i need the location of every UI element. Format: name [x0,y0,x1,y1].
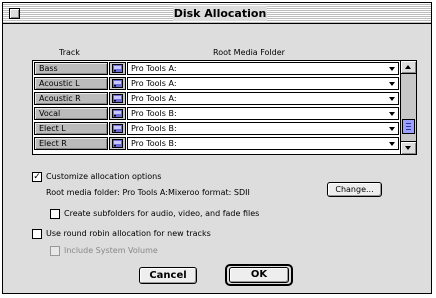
track-name-cell[interactable]: Acoustic R [34,92,108,105]
title-bar[interactable]: Disk Allocation [3,3,431,24]
disk-icon[interactable] [109,92,126,105]
root-media-folder-value: Pro Tools A: [131,79,177,88]
close-box-icon[interactable] [9,8,20,19]
table-row: Elect L Pro Tools B: [34,122,399,137]
include-system-volume-checkbox [50,246,60,256]
column-header-track: Track [59,48,80,57]
popup-arrow-icon [389,112,395,116]
scroll-down-arrow-icon[interactable] [401,141,416,154]
popup-arrow-icon [389,67,395,71]
root-media-folder-value: Pro Tools B: [131,109,177,118]
root-media-folder-popup[interactable]: Pro Tools B: [127,107,399,120]
table-row: Elect R Pro Tools B: [34,137,399,152]
ok-button-default-ring: OK [225,264,293,286]
column-header-root-media-folder: Root Media Folder [213,48,285,57]
popup-arrow-icon [389,127,395,131]
window-title: Disk Allocation [173,6,267,21]
track-allocation-table: Bass Pro Tools A: Acoustic L Pro Tools A: Ac… [32,60,417,155]
disk-icon[interactable] [109,137,126,150]
root-media-folder-popup[interactable]: Pro Tools B: [127,137,399,150]
table-row: Acoustic R Pro Tools A: [34,92,399,107]
root-media-folder-text: Root media folder: Pro Tools A:Mixeroo f… [46,188,250,197]
popup-arrow-icon [389,82,395,86]
track-name-cell[interactable]: Elect R [34,137,108,150]
round-robin-label: Use round robin allocation for new track… [46,229,211,238]
root-media-folder-value: Pro Tools B: [131,139,177,148]
round-robin-checkbox[interactable] [32,229,42,239]
disk-icon[interactable] [109,107,126,120]
track-name-cell[interactable]: Acoustic L [34,77,108,90]
track-name-cell[interactable]: Bass [34,62,108,75]
root-media-folder-popup[interactable]: Pro Tools B: [127,122,399,135]
cancel-button[interactable]: Cancel [139,267,197,284]
track-name-cell[interactable]: Elect L [34,122,108,135]
track-name-cell[interactable]: Vocal [34,107,108,120]
root-media-folder-value: Pro Tools A: [131,94,177,103]
root-media-folder-popup[interactable]: Pro Tools A: [127,92,399,105]
dialog-content: Track Root Media Folder Bass Pro Tools A:… [3,24,431,293]
popup-arrow-icon [389,142,395,146]
scroll-up-arrow-icon[interactable] [401,61,416,74]
table-scrollbar[interactable] [400,61,416,154]
customize-allocation-label: Customize allocation options [46,172,162,181]
root-media-folder-popup[interactable]: Pro Tools A: [127,62,399,75]
create-subfolders-label: Create subfolders for audio, video, and … [64,209,260,218]
ok-button[interactable]: OK [229,267,289,283]
include-system-volume-label: Include System Volume [64,246,158,255]
disk-icon[interactable] [109,77,126,90]
create-subfolders-checkbox[interactable] [50,209,60,219]
disk-icon[interactable] [109,62,126,75]
customize-allocation-checkbox[interactable]: ✓ [32,172,42,182]
root-media-folder-popup[interactable]: Pro Tools A: [127,77,399,90]
table-row: Bass Pro Tools A: [34,62,399,77]
change-button[interactable]: Change... [327,182,382,197]
root-media-folder-value: Pro Tools B: [131,124,177,133]
table-row: Vocal Pro Tools B: [34,107,399,122]
disk-icon[interactable] [109,122,126,135]
scroll-thumb[interactable] [402,119,415,134]
table-row: Acoustic L Pro Tools A: [34,77,399,92]
disk-allocation-window: Disk Allocation Track Root Media Folder … [2,2,432,294]
root-media-folder-value: Pro Tools A: [131,64,177,73]
popup-arrow-icon [389,97,395,101]
